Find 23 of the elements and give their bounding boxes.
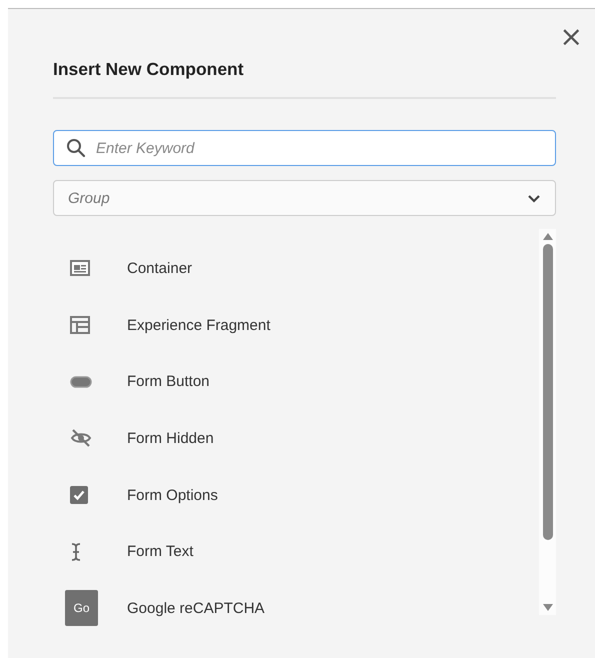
component-item[interactable]: Container — [53, 240, 539, 297]
component-item[interactable]: Form Options — [53, 466, 539, 524]
pill-icon — [70, 376, 92, 388]
go-badge-icon: Go — [65, 590, 98, 626]
component-item[interactable]: Form Text — [53, 523, 539, 580]
checkbox-icon — [70, 486, 88, 504]
scrollbar[interactable] — [539, 229, 556, 615]
layout-icon — [70, 260, 90, 276]
search-icon — [66, 138, 86, 158]
component-item[interactable]: Go Google reCAPTCHA — [53, 580, 539, 637]
text-cursor-icon — [70, 542, 82, 562]
close-button[interactable]: × — [560, 23, 583, 51]
dialog-title: Insert New Component — [53, 59, 245, 81]
layout-icon — [70, 316, 90, 334]
eye-slash-icon — [70, 429, 92, 448]
component-item[interactable]: Form Hidden — [53, 410, 539, 467]
chevron-down-icon — [527, 194, 541, 202]
component-item[interactable]: Experience Fragment — [53, 296, 539, 354]
component-item[interactable]: Form Button — [53, 353, 539, 410]
scroll-down-icon — [542, 604, 554, 612]
group-dropdown[interactable]: Group — [53, 180, 556, 216]
scroll-up-icon — [542, 232, 554, 240]
search-field[interactable]: Enter Keyword — [53, 130, 556, 166]
